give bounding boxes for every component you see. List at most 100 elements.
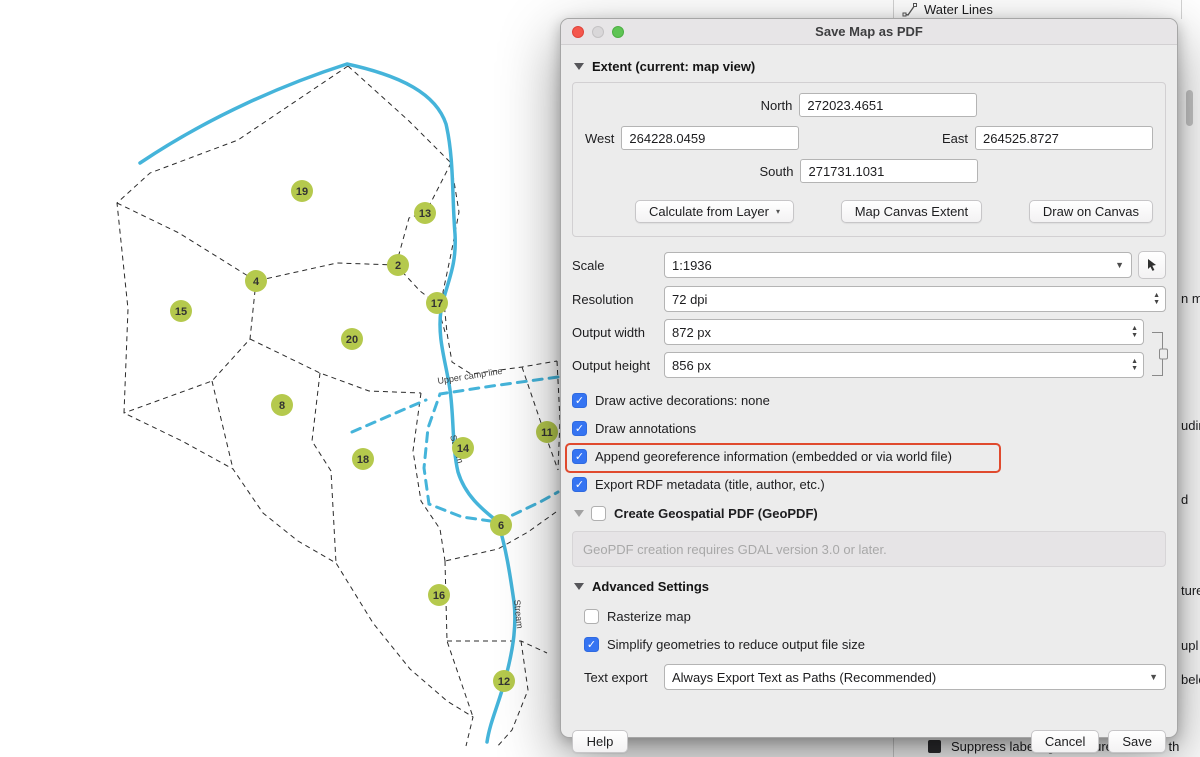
spinner-down-icon[interactable]: ▼ [1153,299,1160,306]
draw-on-canvas-button[interactable]: Draw on Canvas [1029,200,1153,223]
map-marker: 12 [493,670,515,692]
spinner-up-icon[interactable]: ▲ [1131,358,1138,365]
south-input[interactable]: 271731.1031 [800,159,978,183]
chevron-down-icon[interactable]: ▼ [1115,260,1124,270]
output-width-spinner[interactable]: 872 px ▲ ▼ [664,319,1144,345]
text-export-dropdown[interactable]: Always Export Text as Paths (Recommended… [664,664,1166,690]
cancel-button[interactable]: Cancel [1031,730,1099,753]
scale-combobox[interactable]: 1:1936 ▼ [664,252,1132,278]
checkbox-label: Append georeference information (embedde… [595,449,952,464]
output-width-label: Output width [572,325,664,340]
button-label: Draw on Canvas [1043,204,1139,219]
calculate-from-layer-button[interactable]: Calculate from Layer ▾ [635,200,794,223]
checkbox-label: Draw annotations [595,421,696,436]
button-label: Help [587,734,614,749]
map-canvas-extent-button[interactable]: Map Canvas Extent [841,200,982,223]
scale-label: Scale [572,258,664,273]
clipped-text: n m [1181,291,1200,306]
scrollbar-thumb[interactable] [1186,90,1193,126]
chevron-down-icon[interactable]: ▼ [1149,672,1158,682]
svg-text:20: 20 [346,334,358,346]
stepper-arrows-icon[interactable]: ▲ ▼ [1131,358,1138,372]
svg-text:19: 19 [296,186,308,198]
dropdown-arrow-icon: ▾ [776,207,780,216]
spinner-down-icon[interactable]: ▼ [1131,365,1138,372]
checkbox-label: Simplify geometries to reduce output fil… [607,637,865,652]
resolution-label: Resolution [572,292,664,307]
text-export-label: Text export [584,670,664,685]
north-input[interactable]: 272023.4651 [799,93,977,117]
stepper-arrows-icon[interactable]: ▲ ▼ [1131,325,1138,339]
map-marker: 16 [428,584,450,606]
export-rdf-metadata-checkbox[interactable] [572,477,587,492]
save-button[interactable]: Save [1108,730,1166,753]
minimize-button [592,26,604,38]
district-boundaries [117,66,560,748]
stream-line [140,64,515,742]
east-input[interactable]: 264525.8727 [975,126,1153,150]
scale-value: 1:1936 [672,258,1107,273]
map-marker: 19 [291,180,313,202]
text-export-value: Always Export Text as Paths (Recommended… [672,670,1141,685]
section-title: Advanced Settings [592,579,709,594]
output-height-spinner[interactable]: 856 px ▲ ▼ [664,352,1144,378]
south-value: 271731.1031 [808,164,884,179]
svg-text:8: 8 [279,400,285,412]
west-input[interactable]: 264228.0459 [621,126,799,150]
east-value: 264525.8727 [983,131,1059,146]
disclosure-triangle-icon[interactable] [574,583,584,590]
zoom-button[interactable] [612,26,624,38]
geopdf-note: GeoPDF creation requires GDAL version 3.… [572,531,1166,567]
svg-text:6: 6 [498,520,504,532]
output-height-label: Output height [572,358,664,373]
rasterize-map-checkbox[interactable] [584,609,599,624]
svg-text:11: 11 [541,427,553,439]
button-label: Calculate from Layer [649,204,769,219]
help-button[interactable]: Help [572,730,628,753]
simplify-geometries-checkbox[interactable] [584,637,599,652]
checkbox-label: Export RDF metadata (title, author, etc.… [595,477,825,492]
titlebar[interactable]: Save Map as PDF [561,19,1177,45]
layer-label: Water Lines [924,2,993,17]
clipped-text: bele [1181,672,1200,687]
north-value: 272023.4651 [807,98,883,113]
panel-divider [1181,0,1182,19]
map-marker: 17 [426,292,448,314]
checkbox-label: Draw active decorations: none [595,393,770,408]
pick-scale-button[interactable] [1138,251,1166,279]
output-width-value: 872 px [672,325,1119,340]
cursor-icon [1145,258,1159,272]
disclosure-triangle-icon[interactable] [574,510,584,517]
svg-text:2: 2 [395,260,401,272]
svg-text:13: 13 [419,208,431,220]
stepper-arrows-icon[interactable]: ▲ ▼ [1153,292,1160,306]
button-label: Save [1122,734,1152,749]
append-georeference-checkbox[interactable] [572,449,587,464]
advanced-section-header: Advanced Settings [572,579,1166,594]
output-height-value: 856 px [672,358,1119,373]
map-marker: 14 [452,437,474,459]
spinner-up-icon[interactable]: ▲ [1131,325,1138,332]
svg-text:16: 16 [433,590,445,602]
draw-decorations-checkbox[interactable] [572,393,587,408]
resolution-spinner[interactable]: 72 dpi ▲ ▼ [664,286,1166,312]
clipped-text: d [1181,492,1188,507]
disclosure-triangle-icon[interactable] [574,63,584,70]
spinner-up-icon[interactable]: ▲ [1153,292,1160,299]
close-button[interactable] [572,26,584,38]
svg-text:4: 4 [253,276,260,288]
spinner-down-icon[interactable]: ▼ [1131,332,1138,339]
draw-annotations-checkbox[interactable] [572,421,587,436]
dialog-title: Save Map as PDF [815,24,923,39]
svg-text:15: 15 [175,306,187,318]
layer-item-water-lines[interactable]: Water Lines [902,1,993,18]
map-canvas[interactable]: Upper camp line Stream Stream 1913241715… [0,0,600,757]
create-geopdf-checkbox[interactable] [591,506,606,521]
extent-section-header: Extent (current: map view) [572,59,1166,74]
map-marker: 6 [490,514,512,536]
lock-aspect-ratio-icon[interactable] [1152,332,1163,376]
clipped-text: upl [1181,638,1198,653]
checkbox-label: Rasterize map [607,609,691,624]
panel-divider [893,0,894,19]
map-marker: 4 [245,270,267,292]
